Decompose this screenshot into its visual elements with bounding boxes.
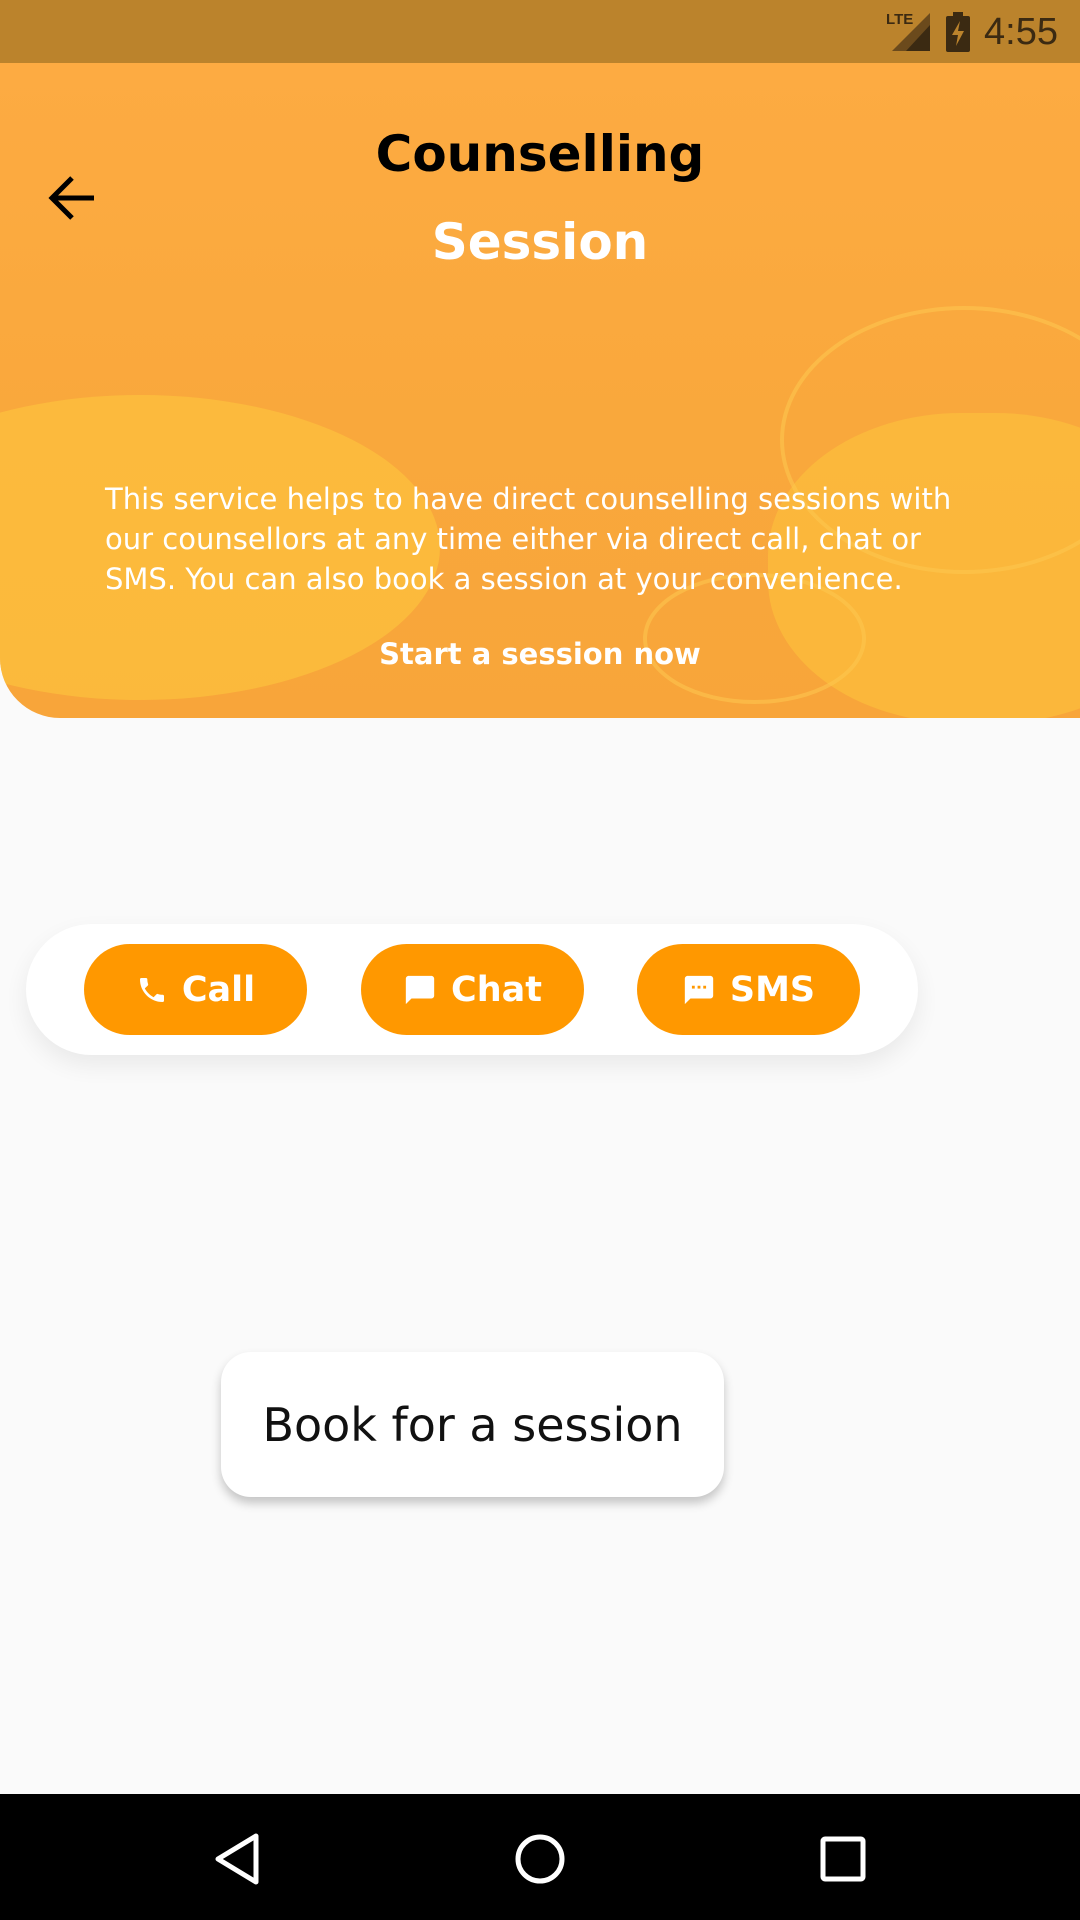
sms-button[interactable]: SMS	[637, 944, 860, 1035]
contact-options-card: Call Chat SMS	[26, 924, 918, 1055]
phone-icon	[139, 977, 164, 1002]
header-banner: Counselling Session This service helps t…	[0, 63, 1080, 718]
chat-bubble-icon	[405, 975, 435, 1004]
sms-button-label: SMS	[729, 969, 816, 1010]
nav-back-button[interactable]	[202, 1824, 272, 1894]
chat-button-label: Chat	[451, 969, 542, 1010]
book-session-button[interactable]: Book for a session	[221, 1352, 724, 1497]
nav-back-icon	[215, 1833, 259, 1885]
system-nav-bar	[0, 1794, 1080, 1920]
nav-recent-button[interactable]	[808, 1824, 878, 1894]
lte-signal-icon: LTE	[886, 11, 932, 53]
service-description: This service helps to have direct counse…	[105, 482, 952, 596]
book-session-label: Book for a session	[262, 1397, 683, 1452]
page-title-line2: Session	[431, 213, 649, 271]
call-button[interactable]: Call	[84, 944, 307, 1035]
battery-charging-icon	[946, 12, 971, 52]
status-time: 4:55	[984, 10, 1058, 53]
start-session-cta: Start a session now	[379, 637, 701, 671]
call-button-label: Call	[181, 969, 256, 1010]
status-icons: LTE 4:55	[886, 8, 1058, 56]
nav-home-button[interactable]	[505, 1824, 575, 1894]
page-title-line1: Counselling	[375, 125, 705, 183]
nav-home-icon	[515, 1834, 565, 1884]
nav-recent-icon	[820, 1836, 866, 1882]
chat-button[interactable]: Chat	[361, 944, 584, 1035]
status-bar: LTE 4:55	[0, 0, 1080, 63]
sms-icon	[684, 975, 714, 1004]
